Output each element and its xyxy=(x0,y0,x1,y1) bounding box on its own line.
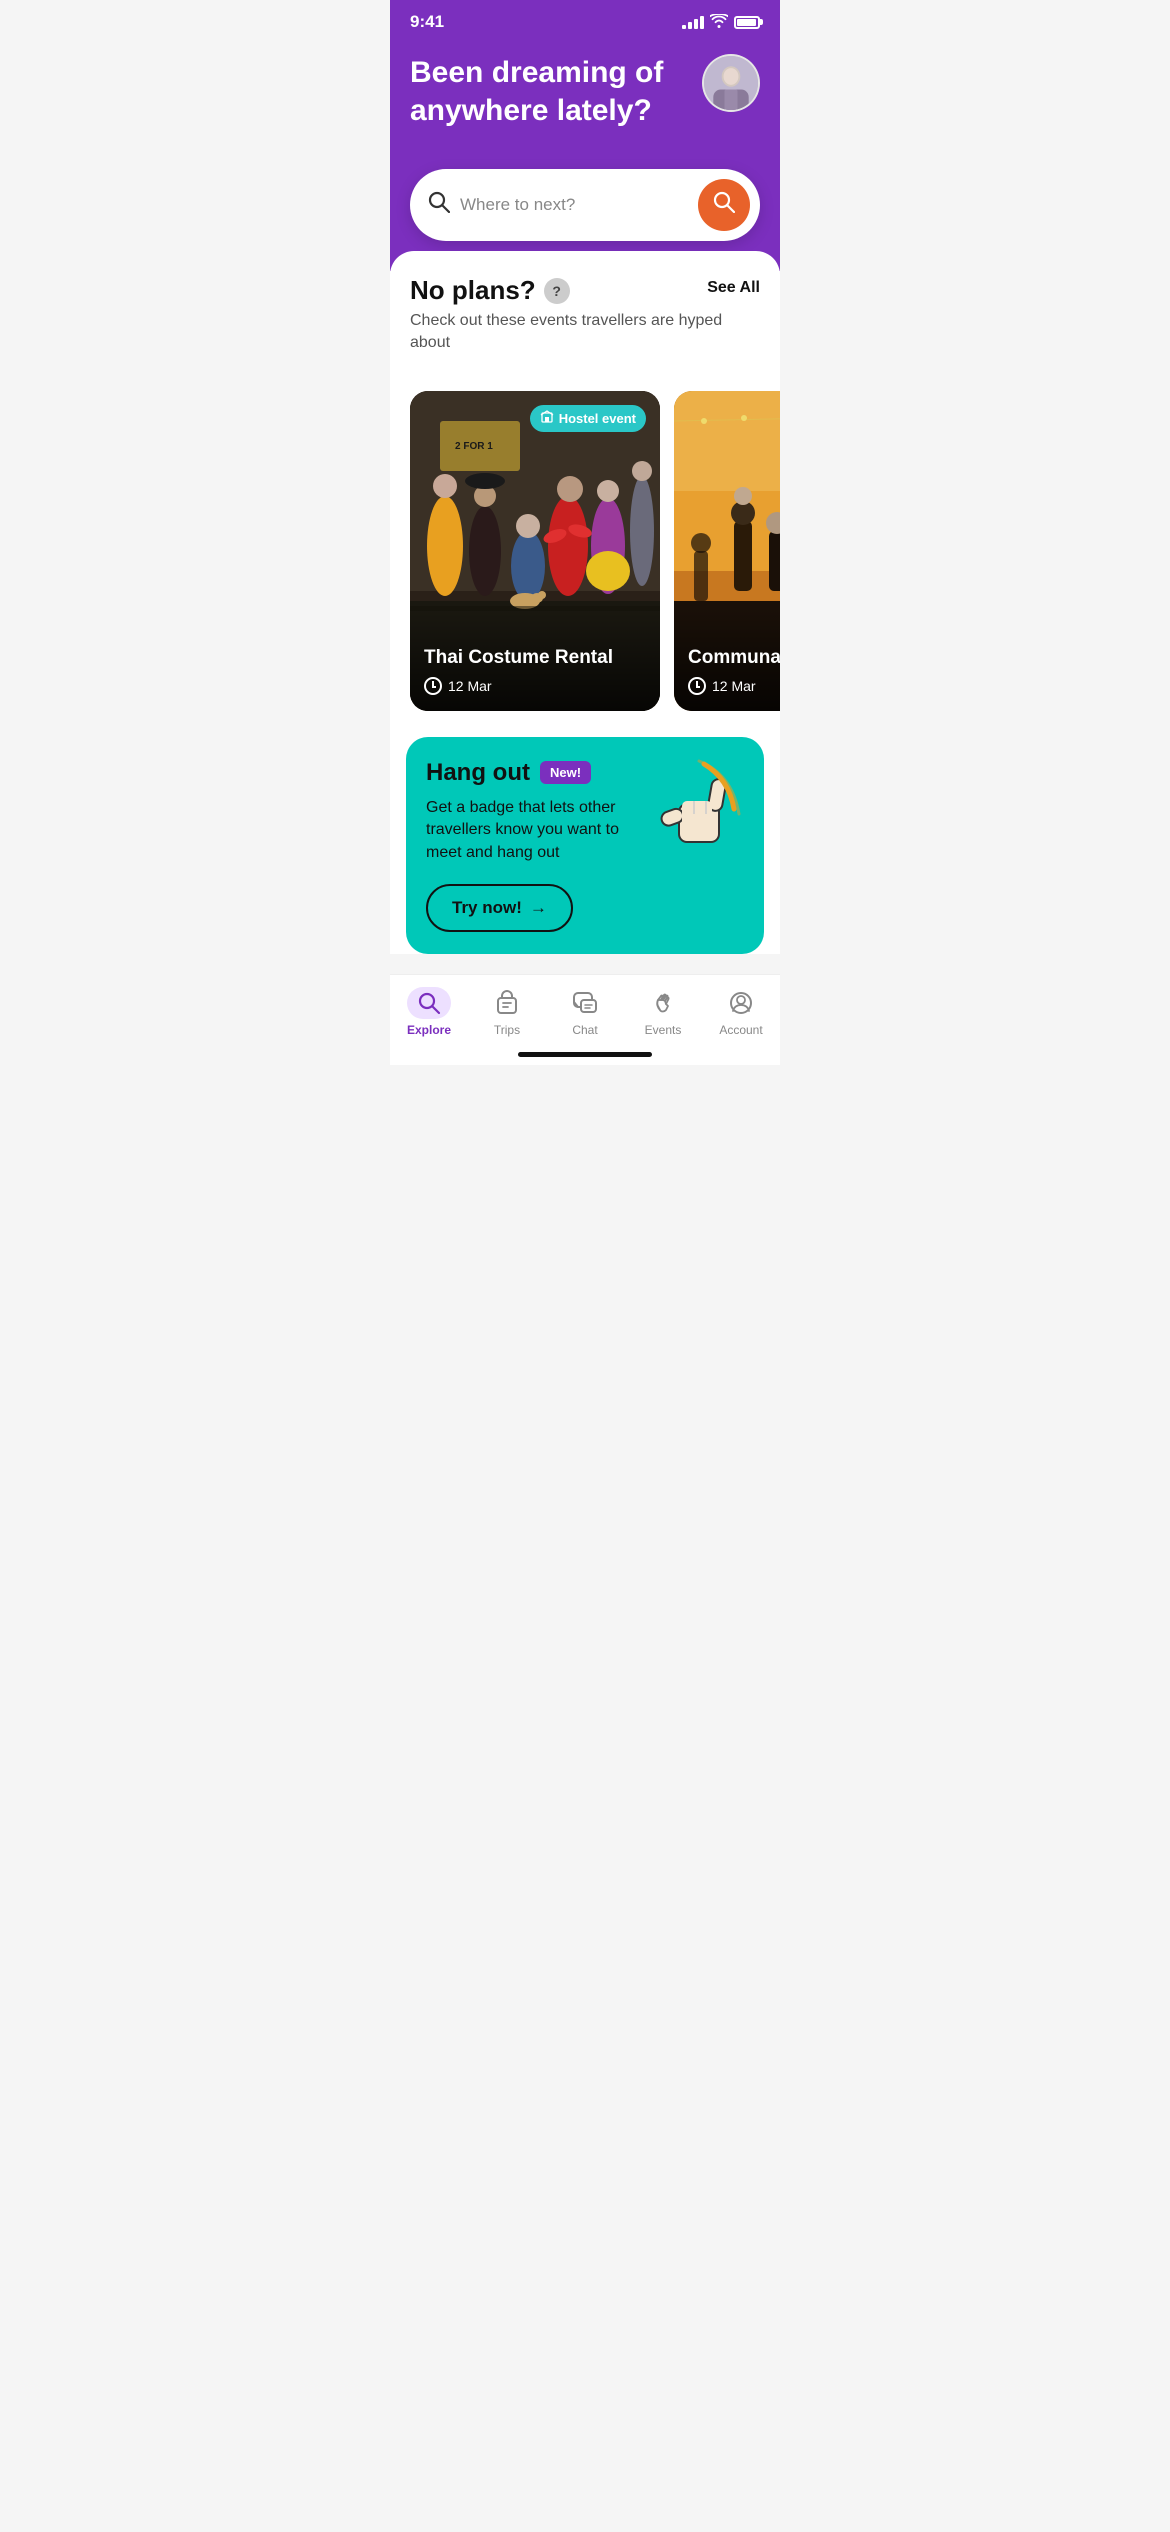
event-date-1: 12 Mar xyxy=(448,678,492,694)
card-date-row-1: 12 Mar xyxy=(424,677,646,695)
event-badge-1: Hostel event xyxy=(530,405,646,432)
status-bar: 9:41 xyxy=(390,0,780,38)
try-now-label: Try now! xyxy=(452,898,522,918)
nav-label-trips: Trips xyxy=(494,1023,520,1037)
no-plans-title-row: No plans? ? xyxy=(410,275,570,306)
clock-icon-1 xyxy=(424,677,442,695)
no-plans-header: No plans? ? See All xyxy=(410,275,760,306)
no-plans-subtitle: Check out these events travellers are hy… xyxy=(410,310,760,355)
wifi-icon xyxy=(710,14,728,31)
header: Been dreaming of anywhere lately? xyxy=(390,38,780,169)
hangout-content: Hang out New! Get a badge that lets othe… xyxy=(426,759,644,932)
account-icon xyxy=(725,987,757,1019)
status-icons xyxy=(682,14,760,31)
avatar[interactable] xyxy=(702,54,760,112)
page-title: Been dreaming of anywhere lately? xyxy=(410,54,690,129)
signal-icon xyxy=(682,16,704,29)
event-badge-text-1: Hostel event xyxy=(559,411,636,426)
card-date-row-2: 12 Mar xyxy=(688,677,780,695)
trips-icon xyxy=(491,987,523,1019)
hangout-title: Hang out xyxy=(426,759,530,787)
bottom-nav: Explore Trips Chat xyxy=(390,974,780,1065)
event-title-2: Communal Dinn xyxy=(688,647,780,669)
card-overlay-1: Thai Costume Rental 12 Mar xyxy=(410,607,660,711)
status-time: 9:41 xyxy=(410,12,444,32)
hangout-title-row: Hang out New! xyxy=(426,759,644,787)
try-now-arrow: → xyxy=(530,898,547,918)
event-date-2: 12 Mar xyxy=(712,678,756,694)
explore-icon-bg xyxy=(407,987,451,1019)
no-plans-title: No plans? xyxy=(410,275,536,306)
search-button-icon xyxy=(713,191,735,219)
help-badge[interactable]: ? xyxy=(544,278,570,304)
search-icon-left xyxy=(428,191,450,219)
clock-icon-2 xyxy=(688,677,706,695)
home-indicator xyxy=(518,1052,652,1057)
nav-item-events[interactable]: Events xyxy=(624,987,702,1037)
svg-text:2 FOR 1: 2 FOR 1 xyxy=(455,441,493,452)
chat-icon xyxy=(569,987,601,1019)
hangout-description: Get a badge that lets other travellers k… xyxy=(426,797,644,864)
no-plans-section: No plans? ? See All Check out these even… xyxy=(390,275,780,375)
card-overlay-2: Communal Dinn 12 Mar xyxy=(674,607,780,711)
explore-icon xyxy=(417,991,441,1015)
nav-label-account: Account xyxy=(719,1023,762,1037)
nav-label-explore: Explore xyxy=(407,1023,451,1037)
event-title-1: Thai Costume Rental xyxy=(424,647,646,669)
events-row: 2 FOR 1 xyxy=(390,375,780,727)
see-all-button[interactable]: See All xyxy=(707,275,760,297)
nav-item-explore[interactable]: Explore xyxy=(390,987,468,1037)
hostel-icon xyxy=(540,410,554,427)
nav-item-account[interactable]: Account xyxy=(702,987,780,1037)
nav-item-chat[interactable]: Chat xyxy=(546,987,624,1037)
event-card-1[interactable]: 2 FOR 1 xyxy=(410,391,660,711)
main-content: No plans? ? See All Check out these even… xyxy=(390,251,780,954)
battery-icon xyxy=(734,16,760,29)
events-icon xyxy=(647,987,679,1019)
nav-item-trips[interactable]: Trips xyxy=(468,987,546,1037)
hangout-section: Hang out New! Get a badge that lets othe… xyxy=(406,737,764,954)
new-badge: New! xyxy=(540,761,591,784)
try-now-button[interactable]: Try now! → xyxy=(426,884,573,932)
search-button[interactable] xyxy=(698,179,750,231)
nav-label-chat: Chat xyxy=(572,1023,597,1037)
event-card-2[interactable]: Communal Dinn 12 Mar xyxy=(674,391,780,711)
search-bar[interactable]: Where to next? xyxy=(410,169,760,241)
search-placeholder[interactable]: Where to next? xyxy=(460,195,688,215)
nav-label-events: Events xyxy=(645,1023,682,1037)
hangout-hand-icon xyxy=(654,759,744,864)
